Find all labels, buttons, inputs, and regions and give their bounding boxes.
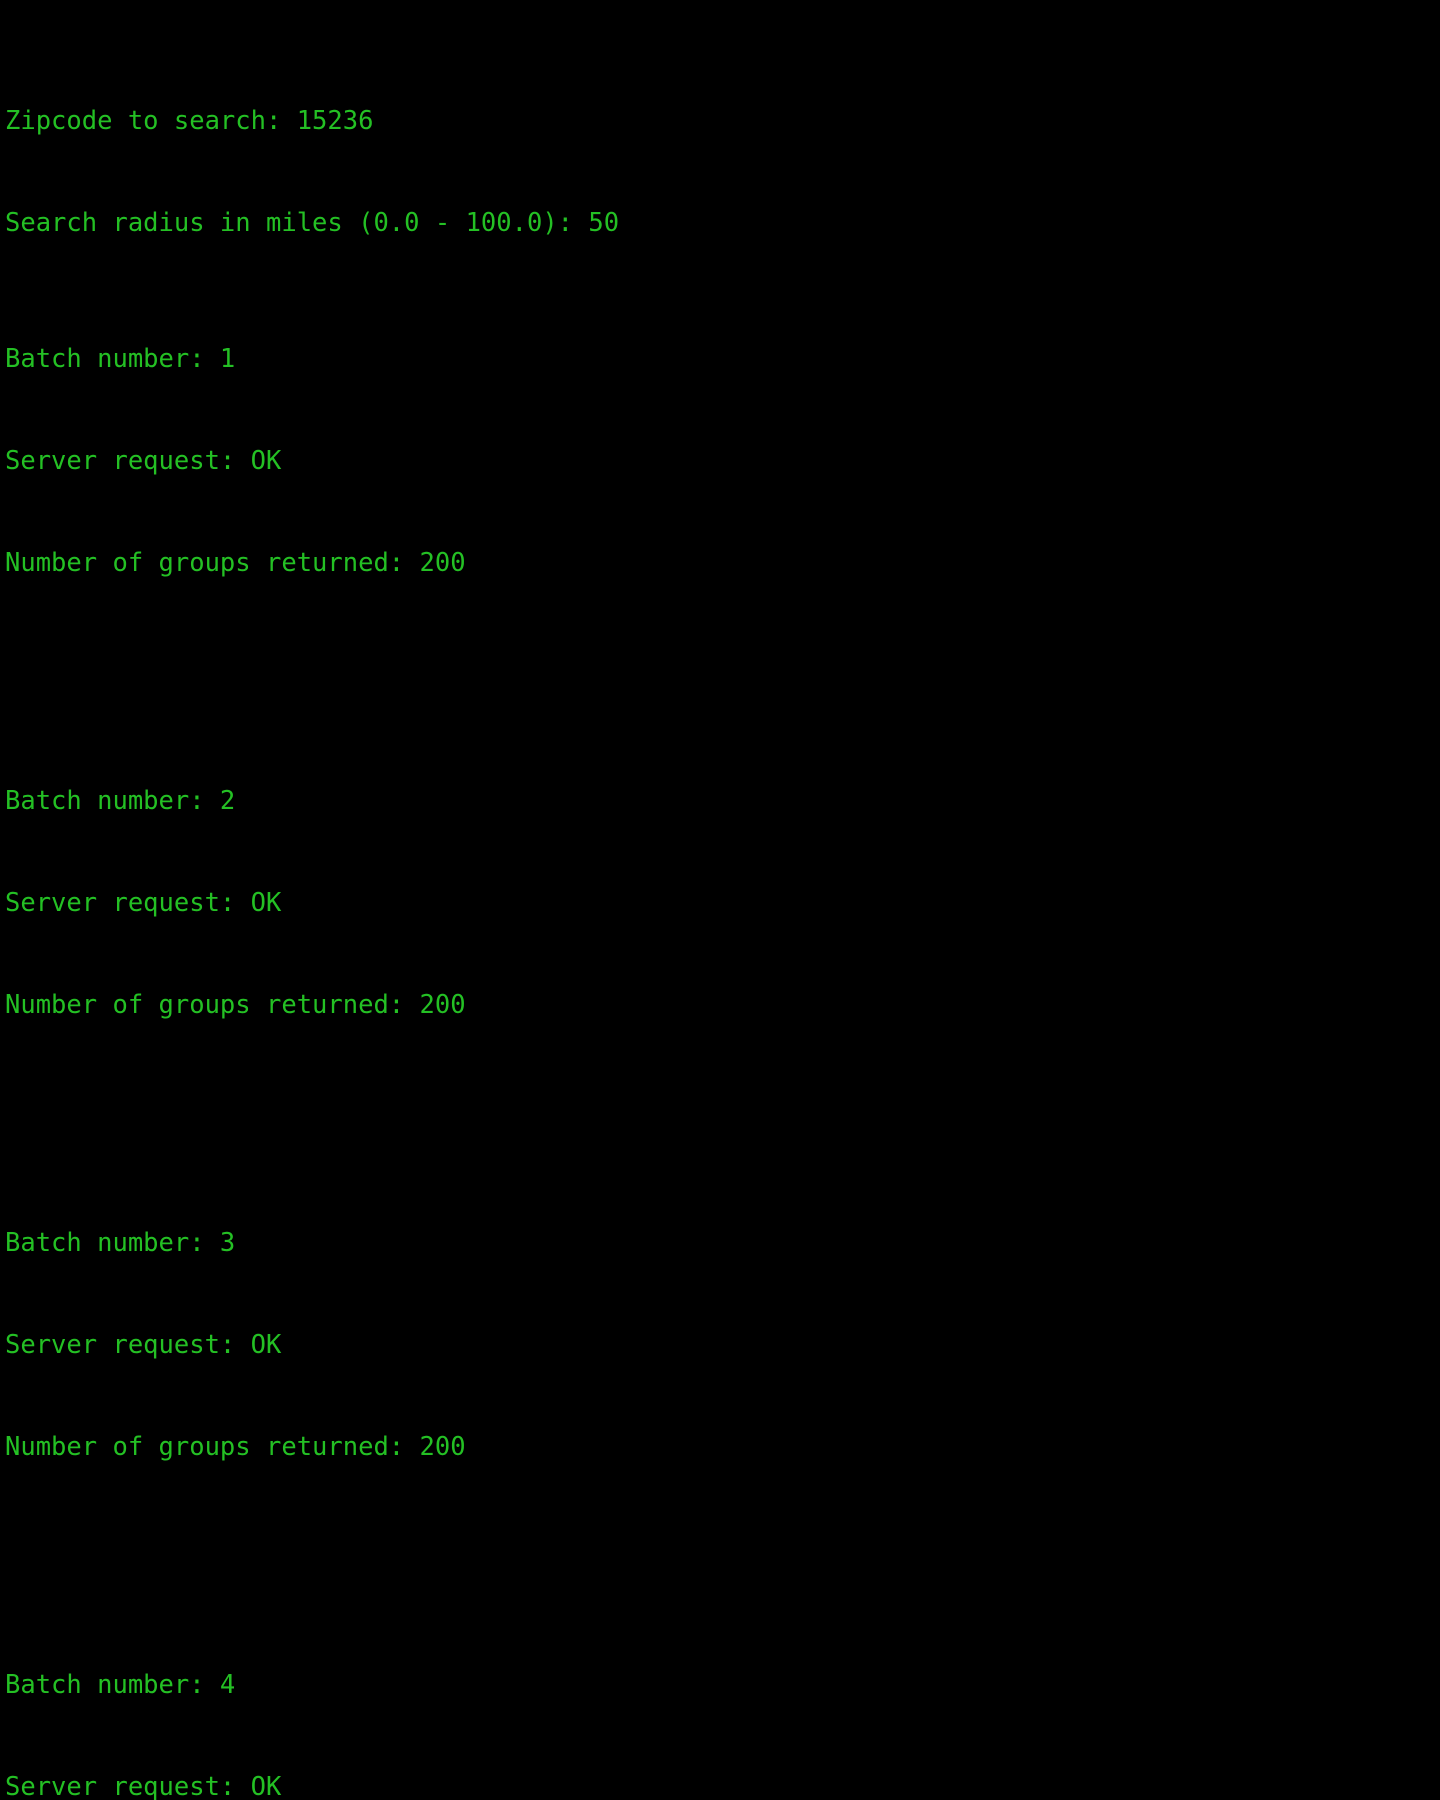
output-line-batch-3-status: Server request: OK: [5, 1330, 282, 1360]
output-line-batch-1-status: Server request: OK: [5, 446, 282, 476]
output-line-batch-2-count: Number of groups returned: 200: [5, 990, 466, 1020]
output-line-batch-2-header: Batch number: 2: [5, 786, 236, 816]
output-line-batch-3-count: Number of groups returned: 200: [5, 1432, 466, 1462]
output-blank-line: [5, 1532, 1440, 1566]
output-line-batch-1-header: Batch number: 1: [5, 344, 236, 374]
terminal-output-screen: Zipcode to search: 15236 Search radius i…: [5, 2, 1440, 1800]
output-blank-line: [5, 1090, 1440, 1124]
terminal-window[interactable]: Zipcode to search: 15236 Search radius i…: [0, 0, 1440, 1800]
output-line-batch-3-header: Batch number: 3: [5, 1228, 236, 1258]
output-line-batch-2-status: Server request: OK: [5, 888, 282, 918]
output-blank-line: [5, 648, 1440, 682]
output-line-batch-1-count: Number of groups returned: 200: [5, 548, 466, 578]
output-line-radius-prompt: Search radius in miles (0.0 - 100.0): 50: [5, 208, 620, 238]
output-line-batch-4-status: Server request: OK: [5, 1772, 282, 1800]
output-line-batch-4-header: Batch number: 4: [5, 1670, 236, 1700]
output-line-zipcode-prompt: Zipcode to search: 15236: [5, 106, 374, 136]
